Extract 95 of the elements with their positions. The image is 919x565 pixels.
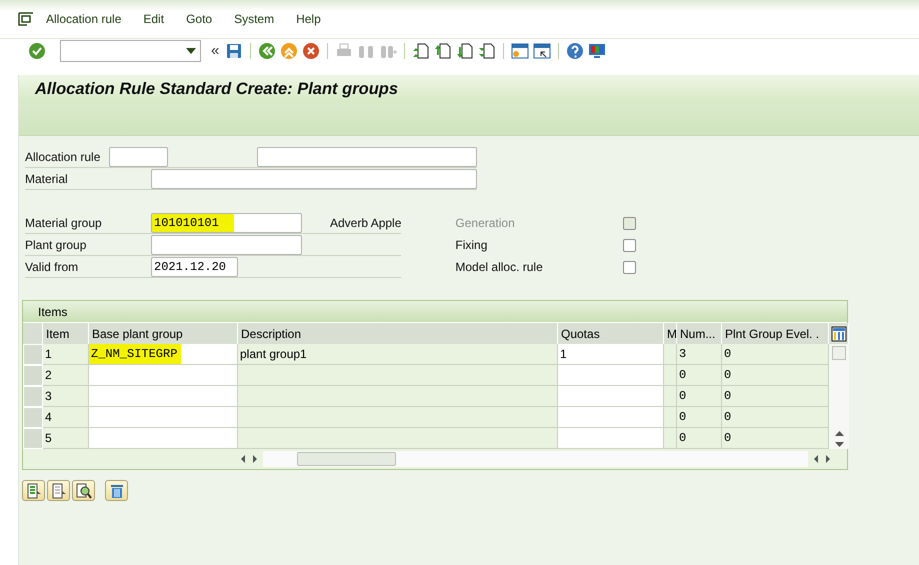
table-cell[interactable] [558, 365, 664, 386]
collapse-glyph[interactable]: « [211, 42, 220, 59]
last-page-icon[interactable] [478, 42, 496, 60]
table-cell[interactable] [558, 407, 664, 428]
column-header[interactable]: Plnt Group Evel. . [722, 323, 829, 344]
deselect-icon [50, 482, 66, 498]
details-button[interactable] [72, 480, 95, 501]
scroll-down-icon[interactable] [834, 442, 844, 447]
input-field[interactable] [151, 234, 302, 254]
checkbox-label: Generation [455, 216, 516, 230]
previous-page-icon[interactable] [434, 42, 452, 60]
table-settings-icon[interactable] [830, 326, 846, 342]
table-cell: 0 [677, 407, 722, 428]
table-title: Items [23, 301, 847, 323]
table-cell: 3 [677, 344, 722, 365]
save-icon[interactable] [225, 42, 244, 60]
field-label: Allocation rule [25, 150, 102, 164]
table-cell: 5 [43, 428, 89, 449]
menu-item[interactable]: System [234, 12, 274, 26]
scroll-arrows-icon[interactable] [814, 454, 830, 464]
first-page-icon[interactable] [412, 42, 430, 60]
table-cell[interactable] [558, 428, 664, 449]
table-cell[interactable] [558, 386, 664, 407]
table-cell: 0 [722, 407, 829, 428]
command-field[interactable] [60, 40, 201, 62]
dropdown-icon[interactable] [186, 48, 196, 54]
column-header[interactable]: Quotas [558, 323, 664, 344]
menu-icon[interactable] [18, 12, 34, 26]
input-field[interactable]: 2021.12.20 [151, 256, 238, 276]
table-cell: 0 [677, 386, 722, 407]
column-header[interactable]: Description [238, 323, 558, 344]
checkbox[interactable] [623, 238, 636, 252]
table-cell[interactable] [89, 428, 238, 449]
input-field[interactable] [257, 146, 477, 166]
select-all-button[interactable] [22, 480, 45, 501]
enter-icon[interactable] [28, 42, 46, 60]
table-cell [664, 407, 677, 428]
table-cell: 0 [722, 344, 829, 365]
help-icon[interactable] [566, 42, 584, 60]
vertical-scrollbar[interactable] [829, 344, 849, 449]
scroll-arrows-icon[interactable] [241, 454, 257, 464]
next-page-icon[interactable] [456, 42, 474, 60]
screen-title: Allocation Rule Standard Create: Plant groups [35, 80, 398, 98]
table-cell: 1 [43, 344, 89, 365]
table-cell: 0 [677, 365, 722, 386]
table-cell: 4 [43, 407, 89, 428]
table-cell[interactable] [89, 386, 238, 407]
menu-item[interactable]: Allocation rule [46, 12, 122, 26]
checkbox-label: Model alloc. rule [455, 260, 544, 274]
material-group-text: Adverb Apple [330, 216, 402, 230]
table-cell [664, 344, 677, 365]
delete-button[interactable] [105, 480, 128, 501]
column-header[interactable]: Base plant group [89, 323, 238, 344]
field-label: Valid from [25, 260, 80, 274]
table-cell: 2 [43, 365, 89, 386]
scroll-thumb[interactable] [832, 346, 846, 360]
table-cell[interactable]: 1 [558, 344, 664, 365]
exit-icon[interactable] [280, 42, 298, 60]
magnifier-icon [76, 482, 92, 498]
table-cell: plant group1 [238, 344, 558, 365]
table-cell: 0 [722, 386, 829, 407]
table-cell[interactable] [89, 407, 238, 428]
table-cell [664, 386, 677, 407]
trash-icon [108, 482, 124, 498]
table-cell[interactable] [89, 365, 238, 386]
table-cell: 0 [722, 428, 829, 449]
cancel-icon[interactable] [302, 42, 320, 60]
input-field[interactable] [150, 168, 477, 188]
field-label: Material [25, 172, 69, 186]
table-cell[interactable]: Z_NM_SITEGRP [89, 344, 238, 365]
back-icon[interactable] [258, 42, 276, 60]
shortcut-window-icon[interactable] [533, 42, 552, 60]
monitor-icon[interactable] [588, 42, 606, 60]
horizontal-scrollbar[interactable] [263, 451, 808, 467]
menu-item[interactable]: Edit [143, 12, 164, 26]
input-field[interactable]: 101010101 [151, 212, 302, 232]
table-cell: 0 [677, 428, 722, 449]
select-all-icon [26, 482, 42, 498]
column-header[interactable]: Item [43, 323, 89, 344]
checkbox-label: Fixing [455, 238, 488, 252]
table-cell: 0 [722, 365, 829, 386]
input-field[interactable] [109, 146, 168, 166]
new-window-icon[interactable] [511, 42, 530, 60]
column-header[interactable]: M [664, 323, 677, 344]
table-cell: 3 [43, 386, 89, 407]
table-cell [664, 365, 677, 386]
menu-item[interactable]: Help [296, 12, 321, 26]
checkbox[interactable] [623, 260, 636, 274]
scroll-up-icon[interactable] [834, 431, 844, 436]
table-cell [664, 428, 677, 449]
field-label: Material group [25, 216, 103, 230]
menu-item[interactable]: Goto [186, 12, 212, 26]
column-header[interactable]: Num... [677, 323, 722, 344]
field-label: Plant group [25, 238, 88, 252]
deselect-button[interactable] [47, 480, 70, 501]
